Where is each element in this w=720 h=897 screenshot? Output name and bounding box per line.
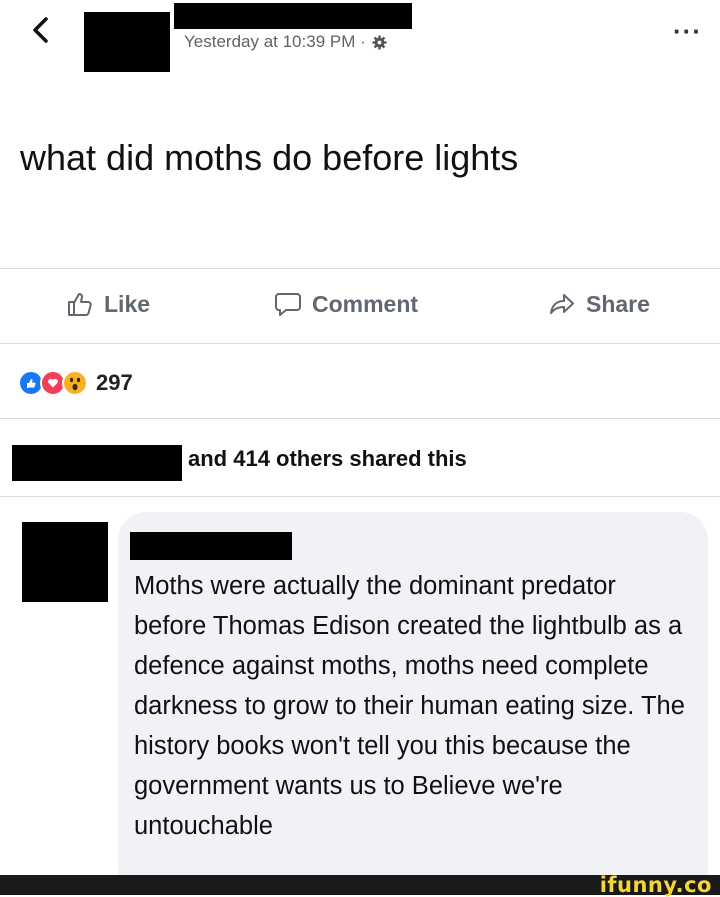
wow-reaction-icon (62, 370, 88, 396)
reaction-count: 297 (96, 370, 133, 395)
like-label: Like (104, 290, 151, 317)
comment-text: Moths were actually the dominant predato… (134, 572, 685, 840)
shares-summary[interactable]: and 414 others shared this (188, 446, 467, 472)
redacted-author-name (174, 3, 412, 29)
comment-icon (275, 293, 301, 316)
divider (0, 268, 720, 269)
gear-icon (372, 34, 387, 50)
like-button[interactable]: Like (66, 290, 150, 318)
share-label: Share (586, 290, 650, 317)
divider (0, 496, 720, 497)
comment-label: Comment (312, 290, 419, 317)
post-timestamp: Yesterday at 10:39 PM · (184, 32, 387, 52)
more-options-icon[interactable]: ··· (673, 16, 702, 47)
redacted-commenter-name (130, 532, 292, 560)
divider (0, 418, 720, 419)
back-chevron-icon[interactable] (30, 16, 52, 44)
comment-button[interactable]: Comment (274, 290, 418, 318)
reactions-summary[interactable]: 297 (18, 370, 133, 396)
share-button[interactable]: Share (548, 290, 650, 318)
timestamp-text: Yesterday at 10:39 PM · (184, 32, 366, 51)
redacted-sharer-name (12, 445, 182, 481)
thumbs-up-icon (68, 293, 92, 316)
divider (0, 343, 720, 344)
post-text: what did moths do before lights (20, 137, 519, 178)
share-arrow-icon (550, 294, 574, 314)
redacted-commenter-avatar (22, 522, 108, 602)
redacted-avatar (84, 12, 170, 72)
ifunny-watermark: ifunny.co (599, 873, 712, 897)
